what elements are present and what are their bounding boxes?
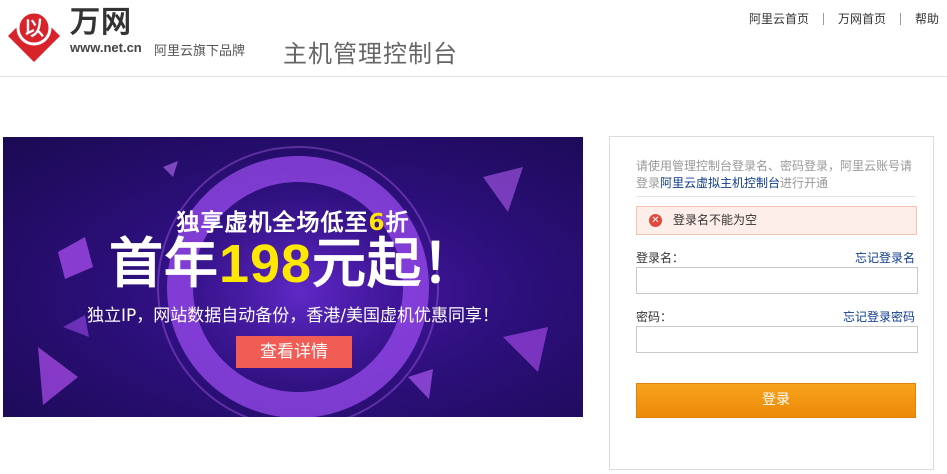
nav-help[interactable]: 帮助 bbox=[915, 10, 939, 27]
top-nav: 阿里云首页 万网首页 帮助 bbox=[749, 10, 939, 27]
aliyun-vhost-console-link[interactable]: 阿里云虚拟主机控制台 bbox=[660, 176, 780, 190]
login-tip-suffix: 进行开通 bbox=[780, 176, 829, 190]
password-input[interactable] bbox=[636, 326, 918, 353]
brand-subtitle: 阿里云旗下品牌 bbox=[154, 44, 246, 59]
error-icon: ✕ bbox=[649, 214, 662, 227]
error-message-box: ✕ 登录名不能为空 bbox=[636, 206, 917, 235]
login-button[interactable]: 登录 bbox=[636, 383, 916, 418]
banner-price-value: 198 bbox=[218, 234, 313, 294]
view-details-button[interactable]: 查看详情 bbox=[236, 336, 352, 368]
error-message: 登录名不能为空 bbox=[673, 213, 758, 227]
forgot-username-link[interactable]: 忘记登录名 bbox=[855, 249, 915, 266]
login-tip: 请使用管理控制台登录名、密码登录，阿里云账号请登录阿里云虚拟主机控制台进行开通 bbox=[636, 158, 921, 192]
banner-price-suffix: 元起！ bbox=[312, 232, 478, 295]
forgot-password-link[interactable]: 忘记登录密码 bbox=[843, 308, 915, 325]
promo-banner[interactable]: 独享虚机全场低至6折 首年198元起！ 独立IP，网站数据自动备份，香港/美国虚… bbox=[3, 137, 583, 417]
password-label: 密码： bbox=[636, 310, 673, 324]
nav-wanwang-home[interactable]: 万网首页 bbox=[838, 10, 886, 27]
divider bbox=[636, 196, 916, 197]
username-input[interactable] bbox=[636, 267, 918, 294]
brand-url: www.net.cn bbox=[70, 40, 142, 55]
brand-name[interactable]: 万网 bbox=[70, 6, 132, 40]
banner-price: 首年198元起！ bbox=[3, 229, 583, 299]
nav-divider bbox=[822, 12, 824, 25]
wanwang-logo[interactable]: 以 bbox=[4, 4, 64, 64]
banner-description: 独立IP，网站数据自动备份，香港/美国虚机优惠同享！ bbox=[87, 306, 499, 326]
banner-price-prefix: 首年 bbox=[108, 232, 219, 295]
logo-mark: 以 bbox=[24, 16, 44, 40]
header: 以 万网 www.net.cn 阿里云旗下品牌 主机管理控制台 阿里云首页 万网… bbox=[0, 0, 947, 77]
nav-aliyun-home[interactable]: 阿里云首页 bbox=[749, 10, 809, 27]
nav-divider bbox=[899, 12, 901, 25]
page-title: 主机管理控制台 bbox=[283, 40, 458, 68]
login-panel: 请使用管理控制台登录名、密码登录，阿里云账号请登录阿里云虚拟主机控制台进行开通 … bbox=[609, 136, 934, 470]
username-label: 登录名： bbox=[636, 251, 685, 265]
